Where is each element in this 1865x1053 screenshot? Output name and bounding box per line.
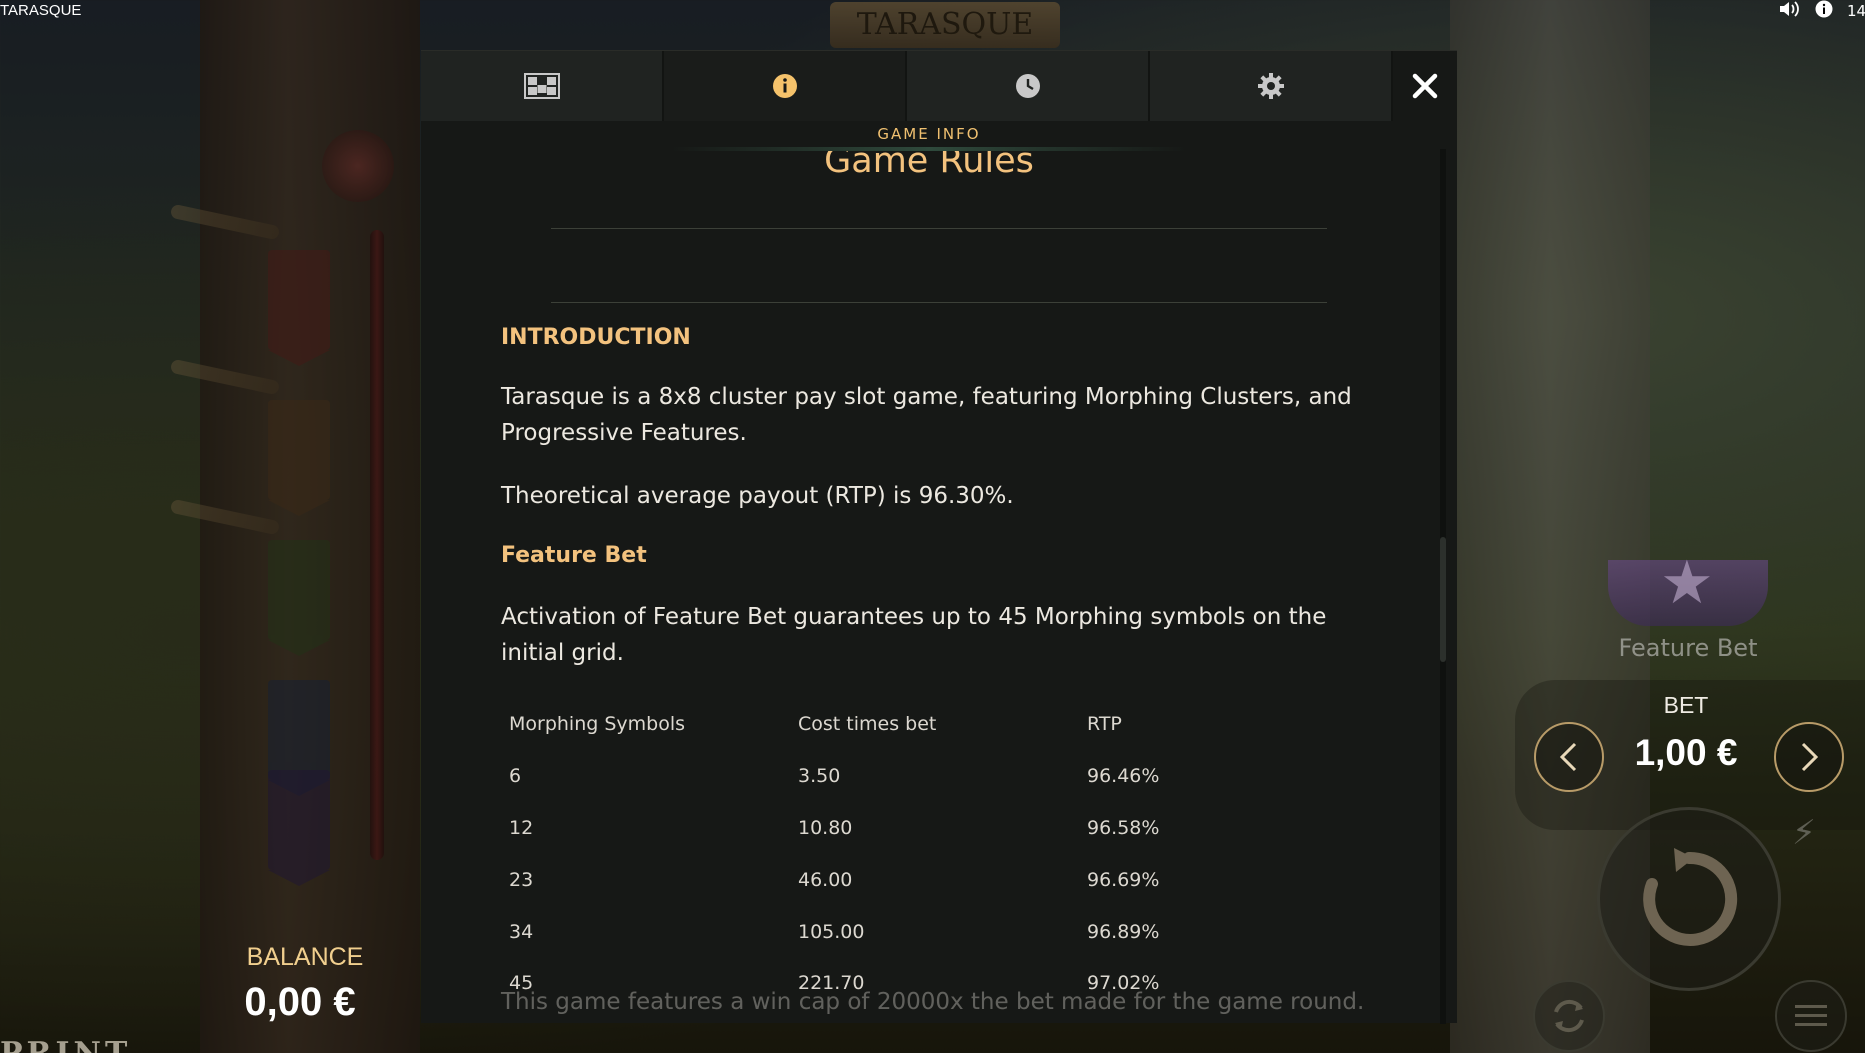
tab-history[interactable]	[907, 51, 1150, 121]
top-icons: 14:	[1779, 0, 1865, 22]
intro-text: Tarasque is a 8x8 cluster pay slot game,…	[501, 384, 1352, 446]
modal-tab-bar	[421, 51, 1457, 121]
table-header: Morphing Symbols	[509, 713, 686, 735]
tab-info[interactable]	[664, 51, 907, 121]
speaker-icon[interactable]	[1779, 0, 1801, 23]
clock-text: 14:	[1847, 2, 1865, 20]
table-header-row: Morphing Symbols Cost times bet RTP	[509, 713, 1209, 743]
hamburger-menu-icon	[1795, 1005, 1827, 1026]
win-cap-text: This game features a win cap of 20000x t…	[501, 989, 1365, 1015]
rules-scroll-area[interactable]: Game Rules INTRODUCTION Tarasque is a 8x…	[421, 151, 1437, 1024]
feature-bet-text: Activation of Feature Bet guarantees up …	[501, 604, 1327, 666]
table-cell: 3.50	[798, 765, 841, 787]
game-info-modal: GAME INFO Game Rules INTRODUCTION Tarasq…	[421, 50, 1457, 1024]
autoplay-icon	[1554, 999, 1584, 1033]
balance-value: 0,00 €	[244, 980, 356, 1024]
provider-logo-fragment: PRINT	[0, 1036, 131, 1053]
table-cell: 96.58%	[1087, 817, 1160, 839]
table-row: 6 3.50 96.46%	[509, 765, 1209, 795]
table-row: 34 105.00 96.89%	[509, 921, 1209, 951]
bet-value: 1,00 €	[1634, 732, 1738, 773]
rtp-text: Theoretical average payout (RTP) is 96.3…	[501, 483, 1014, 509]
table-cell: 12	[509, 817, 534, 839]
window-title: TARASQUE	[0, 2, 82, 19]
star-icon: ★	[1660, 548, 1714, 618]
close-icon	[1412, 73, 1438, 99]
chevron-left-icon	[1559, 742, 1577, 772]
table-cell: 34	[509, 921, 534, 943]
balance-label: BALANCE	[246, 943, 364, 971]
divider-bottom	[551, 302, 1327, 303]
table-row: 23 46.00 96.69%	[509, 869, 1209, 899]
section-label: GAME INFO	[877, 125, 981, 143]
table-cell: 96.69%	[1087, 869, 1160, 891]
menu-button[interactable]	[1775, 980, 1847, 1052]
chevron-right-icon	[1801, 742, 1819, 772]
divider-top	[551, 228, 1327, 229]
decrease-bet-button[interactable]	[1534, 722, 1604, 792]
turbo-disabled-icon[interactable]: ⚡	[1792, 813, 1816, 853]
spin-arrow-icon	[1643, 848, 1738, 946]
table-cell: 6	[509, 765, 522, 787]
close-button[interactable]	[1393, 51, 1457, 121]
gear-icon	[1257, 73, 1284, 99]
intro-heading: INTRODUCTION	[501, 325, 691, 350]
table-cell: 105.00	[798, 921, 865, 943]
table-cell: 23	[509, 869, 534, 891]
tab-paytable[interactable]	[421, 51, 664, 121]
rules-title: Game Rules	[824, 151, 1034, 181]
table-header: RTP	[1087, 713, 1122, 735]
clock-icon	[1015, 74, 1040, 98]
grid-icon	[523, 73, 560, 99]
scrollbar-thumb[interactable]	[1440, 537, 1446, 662]
spin-button[interactable]	[1597, 807, 1781, 991]
increase-bet-button[interactable]	[1774, 722, 1844, 792]
table-header: Cost times bet	[798, 713, 937, 735]
table-row: 12 10.80 96.58%	[509, 817, 1209, 847]
tab-settings[interactable]	[1150, 51, 1393, 121]
table-cell: 10.80	[798, 817, 853, 839]
bet-label: BET	[1663, 692, 1709, 718]
autoplay-button[interactable]	[1533, 980, 1605, 1052]
feature-bet-label[interactable]: Feature Bet	[1588, 634, 1788, 662]
table-cell: 46.00	[798, 869, 853, 891]
table-cell: 96.89%	[1087, 921, 1160, 943]
info-icon	[772, 74, 797, 98]
feature-bet-heading: Feature Bet	[501, 543, 647, 568]
table-cell: 96.46%	[1087, 765, 1160, 787]
info-icon[interactable]	[1815, 0, 1833, 23]
